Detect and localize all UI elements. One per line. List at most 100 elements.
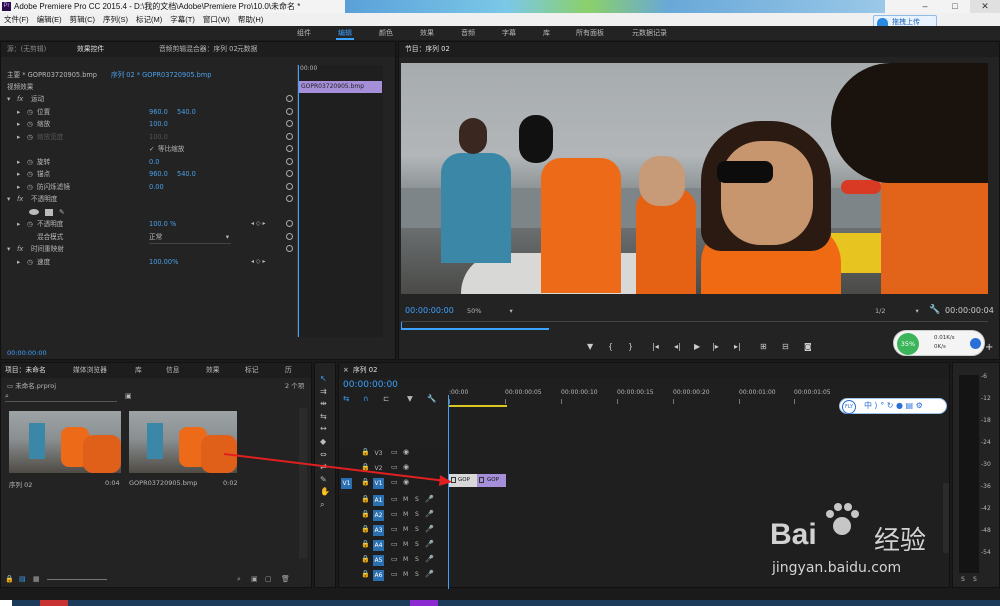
- clear-icon[interactable]: 🗑: [281, 575, 290, 583]
- expand-triangle-icon[interactable]: ▸: [17, 131, 20, 143]
- tab-info[interactable]: 信息: [166, 363, 180, 378]
- track-label[interactable]: A5: [373, 555, 384, 566]
- mute-button[interactable]: M: [403, 496, 408, 503]
- scrubber-playhead[interactable]: [401, 322, 402, 330]
- reset-icon[interactable]: [286, 107, 293, 115]
- effect-controls-timecode[interactable]: 00:00:00:00: [7, 349, 47, 357]
- new-bin-icon[interactable]: ▣: [125, 392, 132, 400]
- go-to-in-icon[interactable]: |◂: [652, 342, 659, 351]
- icon-view-icon[interactable]: ▦: [33, 575, 40, 583]
- reset-icon[interactable]: [286, 95, 293, 102]
- mic-icon[interactable]: 🎤: [425, 540, 434, 548]
- step-back-icon[interactable]: ◂|: [674, 342, 681, 351]
- lock-icon[interactable]: 🔒: [361, 570, 370, 578]
- lift-icon[interactable]: ⊞: [760, 342, 767, 351]
- lock-icon[interactable]: 🔒: [361, 525, 370, 533]
- extract-icon[interactable]: ⊟: [782, 342, 789, 351]
- stopwatch-icon[interactable]: ◷: [27, 106, 33, 118]
- sync-icon[interactable]: ▭: [391, 570, 398, 578]
- property-value[interactable]: 960.0: [149, 168, 168, 180]
- mute-button[interactable]: M: [403, 511, 408, 518]
- reset-icon[interactable]: [286, 170, 293, 177]
- thumbnail-sequence[interactable]: [9, 411, 121, 473]
- expand-triangle-icon[interactable]: ▸: [17, 218, 20, 230]
- stopwatch-icon[interactable]: ◷: [27, 218, 33, 230]
- play-icon[interactable]: ▶: [694, 342, 700, 351]
- clip-v1-b[interactable]: GOP: [477, 474, 506, 487]
- ime-toolbar[interactable]: FLY 中 ⟩ ° ↻ ● ▤ ⚙: [839, 398, 947, 414]
- mark-in-icon[interactable]: {: [608, 342, 613, 351]
- tab-source[interactable]: 源：(无剪辑): [7, 42, 46, 57]
- pen-mask-icon[interactable]: ✎: [59, 206, 65, 218]
- taskbar-app[interactable]: [410, 600, 438, 606]
- keyframe-nav-icon[interactable]: ◂ ◇ ▸: [251, 256, 265, 268]
- new-bin-icon[interactable]: ▣: [251, 575, 258, 583]
- menu-marker[interactable]: 标记(M): [136, 15, 162, 24]
- ripple-edit-tool-icon[interactable]: ⇹: [320, 398, 332, 411]
- lock-icon[interactable]: 🔒: [361, 555, 370, 563]
- effect-mini-timeline[interactable]: 00:00 GOPR03720905.bmp: [297, 65, 383, 337]
- maximize-icon[interactable]: □: [940, 0, 970, 13]
- mic-icon[interactable]: 🎤: [425, 525, 434, 533]
- audio-track-header[interactable]: 🔒 A4 ▭ M S 🎤: [339, 539, 449, 553]
- ime-tools-icon[interactable]: 中 ⟩ ° ↻ ● ▤ ⚙: [864, 400, 923, 411]
- tab-media-browser[interactable]: 媒体浏览器: [73, 363, 107, 378]
- blend-mode-select[interactable]: 正常 ▾: [149, 231, 231, 244]
- property-value-y[interactable]: 540.0: [177, 106, 196, 118]
- sync-icon[interactable]: ▭: [391, 540, 398, 548]
- track-label[interactable]: A3: [373, 525, 384, 536]
- mute-button[interactable]: M: [403, 556, 408, 563]
- workspace-effects[interactable]: 效果: [420, 26, 434, 40]
- solo-button[interactable]: S: [415, 511, 419, 518]
- track-label[interactable]: A1: [373, 495, 384, 506]
- track-select-tool-icon[interactable]: ⇉: [320, 386, 332, 399]
- program-scrubber[interactable]: [401, 321, 988, 331]
- workspace-libraries[interactable]: 库: [543, 26, 550, 40]
- expand-triangle-icon[interactable]: ▾: [7, 93, 10, 105]
- solo-button[interactable]: S: [415, 556, 419, 563]
- audio-track-header[interactable]: 🔒 A1 ▭ M S 🎤: [339, 494, 449, 508]
- mute-button[interactable]: M: [403, 571, 408, 578]
- sync-icon[interactable]: ▭: [391, 495, 398, 503]
- workspace-metadata[interactable]: 元数据记录: [632, 26, 667, 40]
- expand-triangle-icon[interactable]: ▸: [17, 156, 20, 168]
- mic-icon[interactable]: 🎤: [425, 570, 434, 578]
- menu-title[interactable]: 字幕(T): [170, 15, 195, 24]
- sync-icon[interactable]: ▭: [391, 510, 398, 518]
- mark-out-icon[interactable]: }: [628, 342, 633, 351]
- solo-button[interactable]: S: [415, 496, 419, 503]
- effect-row[interactable]: ▸ ◷ 锚点 960.0 540.0: [1, 168, 293, 180]
- program-timecode[interactable]: 00:00:00:00: [405, 306, 454, 315]
- reset-icon[interactable]: [286, 220, 293, 227]
- expand-triangle-icon[interactable]: ▸: [17, 256, 20, 268]
- go-to-out-icon[interactable]: ▸|: [734, 342, 741, 351]
- effect-row[interactable]: ▸ ◷ 旋转 0.0: [1, 156, 293, 168]
- expand-triangle-icon[interactable]: ▸: [17, 168, 20, 180]
- effect-row[interactable]: ▸ ◷ 不透明度 100.0 % ◂ ◇ ▸: [1, 218, 293, 230]
- property-value[interactable]: 100.0: [149, 118, 168, 130]
- rolling-edit-tool-icon[interactable]: ⇆: [320, 411, 332, 424]
- mini-playhead[interactable]: [298, 65, 299, 337]
- new-item-icon[interactable]: ▢: [265, 575, 272, 583]
- stopwatch-icon[interactable]: ◷: [27, 181, 33, 193]
- track-label[interactable]: A6: [373, 570, 384, 581]
- tab-markers[interactable]: 标记: [245, 363, 259, 378]
- close-icon[interactable]: ✕: [970, 0, 1000, 13]
- network-speed-widget[interactable]: 35% 0.01K/s 0K/s: [893, 330, 985, 356]
- effect-row[interactable]: ▾ fx 时间重映射: [1, 243, 293, 255]
- timeline-playhead[interactable]: [448, 395, 449, 589]
- find-icon[interactable]: ⌕: [237, 575, 241, 584]
- expand-triangle-icon[interactable]: ▸: [17, 106, 20, 118]
- property-value[interactable]: 100.00%: [149, 256, 178, 268]
- workspace-assembly[interactable]: 组件: [297, 26, 311, 40]
- lock-icon[interactable]: 🔒: [361, 495, 370, 503]
- expand-triangle-icon[interactable]: ▾: [7, 193, 10, 205]
- effect-row[interactable]: ✎: [1, 206, 293, 218]
- reset-icon[interactable]: [286, 145, 293, 152]
- effect-row[interactable]: ▾ fx 运动: [1, 93, 293, 105]
- razor-tool-icon[interactable]: ◆: [320, 436, 332, 449]
- effect-row[interactable]: 混合模式 正常 ▾: [1, 231, 293, 244]
- reset-icon[interactable]: [286, 232, 293, 240]
- audio-track-header[interactable]: 🔒 A2 ▭ M S 🎤: [339, 509, 449, 523]
- effect-row[interactable]: ▸ ◷ 缩放 100.0: [1, 118, 293, 130]
